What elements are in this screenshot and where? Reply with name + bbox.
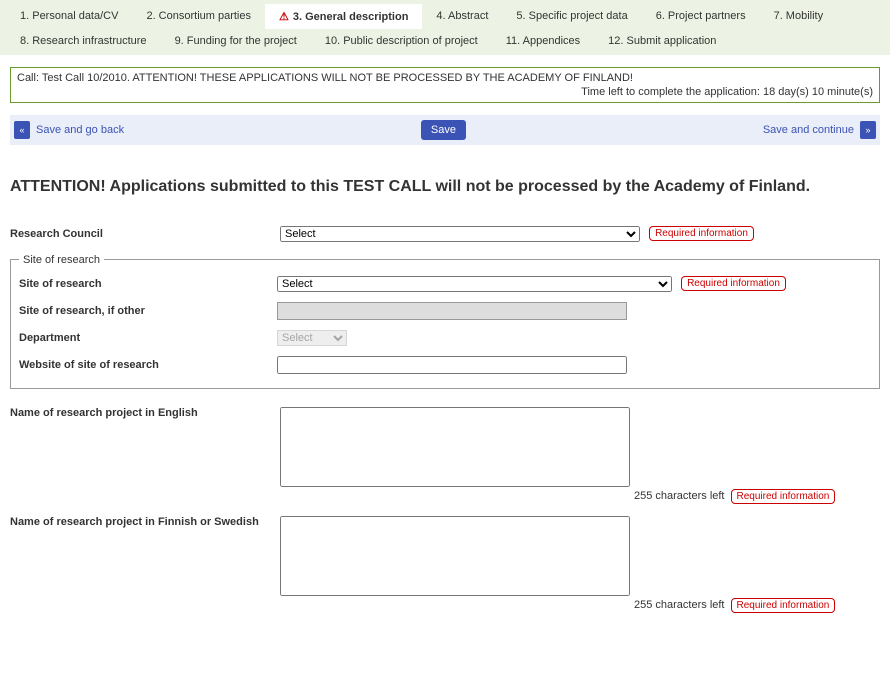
tab-label: 8. Research infrastructure [20,35,147,47]
tab-7-mobility[interactable]: 7. Mobility [760,4,838,29]
website-label: Website of site of research [19,359,277,371]
call-info-line1: Call: Test Call 10/2010. ATTENTION! THES… [17,72,873,84]
site-other-label: Site of research, if other [19,305,277,317]
name-fi-chars-left: 255 characters left [634,599,725,611]
tab-label: 10. Public description of project [325,35,478,47]
research-council-row: Research Council Select Required informa… [10,226,880,242]
tab-label: 11. Appendices [506,35,580,47]
required-tag: Required information [731,598,836,613]
tab-6-project-partners[interactable]: 6. Project partners [642,4,760,29]
attention-heading: ATTENTION! Applications submitted to thi… [10,177,880,198]
content: Call: Test Call 10/2010. ATTENTION! THES… [0,55,890,613]
tab-label: 4. Abstract [436,10,488,22]
tab-1-personal-data-cv[interactable]: 1. Personal data/CV [6,4,132,29]
action-bar: « Save and go back Save Save and continu… [10,115,880,145]
site-other-input[interactable] [277,302,627,320]
site-of-research-select[interactable]: Select [277,276,672,292]
name-fi-textarea[interactable] [280,516,630,596]
site-fieldset-legend: Site of research [19,254,104,266]
research-council-label: Research Council [10,226,280,240]
name-en-textarea[interactable] [280,407,630,487]
tab-label: 2. Consortium parties [146,10,251,22]
tab-5-specific-project-data[interactable]: 5. Specific project data [502,4,641,29]
required-tag: Required information [731,489,836,504]
tab-label: 9. Funding for the project [175,35,297,47]
tab-10-public-description-of-project[interactable]: 10. Public description of project [311,29,492,53]
name-en-chars-left: 255 characters left [634,490,725,502]
next-page-button[interactable]: » [860,121,876,139]
tab-bar: 1. Personal data/CV 2. Consortium parties… [0,0,890,55]
save-and-go-back-link[interactable]: Save and go back [36,124,124,136]
required-tag: Required information [681,276,786,291]
tab-label: 1. Personal data/CV [20,10,118,22]
warning-icon: ⚠ [279,11,289,23]
tab-8-research-infrastructure[interactable]: 8. Research infrastructure [6,29,161,53]
tab-label: 6. Project partners [656,10,746,22]
call-info-box: Call: Test Call 10/2010. ATTENTION! THES… [10,67,880,103]
save-and-continue-link[interactable]: Save and continue [763,124,854,136]
department-label: Department [19,332,277,344]
tab-label: 5. Specific project data [516,10,627,22]
tab-2-consortium-parties[interactable]: 2. Consortium parties [132,4,265,29]
site-of-research-fieldset: Site of research Site of research Select… [10,254,880,389]
department-select: Select [277,330,347,346]
tab-11-appendices[interactable]: 11. Appendices [492,29,594,53]
call-info-line2: Time left to complete the application: 1… [17,86,873,98]
name-fi-label: Name of research project in Finnish or S… [10,516,280,528]
tab-9-funding-for-the-project[interactable]: 9. Funding for the project [161,29,311,53]
prev-page-button[interactable]: « [14,121,30,139]
name-en-label: Name of research project in English [10,407,280,419]
tab-12-submit-application[interactable]: 12. Submit application [594,29,730,53]
website-input[interactable] [277,356,627,374]
required-tag: Required information [649,226,754,241]
tab-label: 3. General description [293,11,409,23]
save-button[interactable]: Save [421,120,466,140]
tab-3-general-description[interactable]: ⚠ 3. General description [265,4,422,29]
site-of-research-label: Site of research [19,278,277,290]
tab-label: 7. Mobility [774,10,824,22]
tab-4-abstract[interactable]: 4. Abstract [422,4,502,29]
tab-label: 12. Submit application [608,35,716,47]
research-council-select[interactable]: Select [280,226,640,242]
